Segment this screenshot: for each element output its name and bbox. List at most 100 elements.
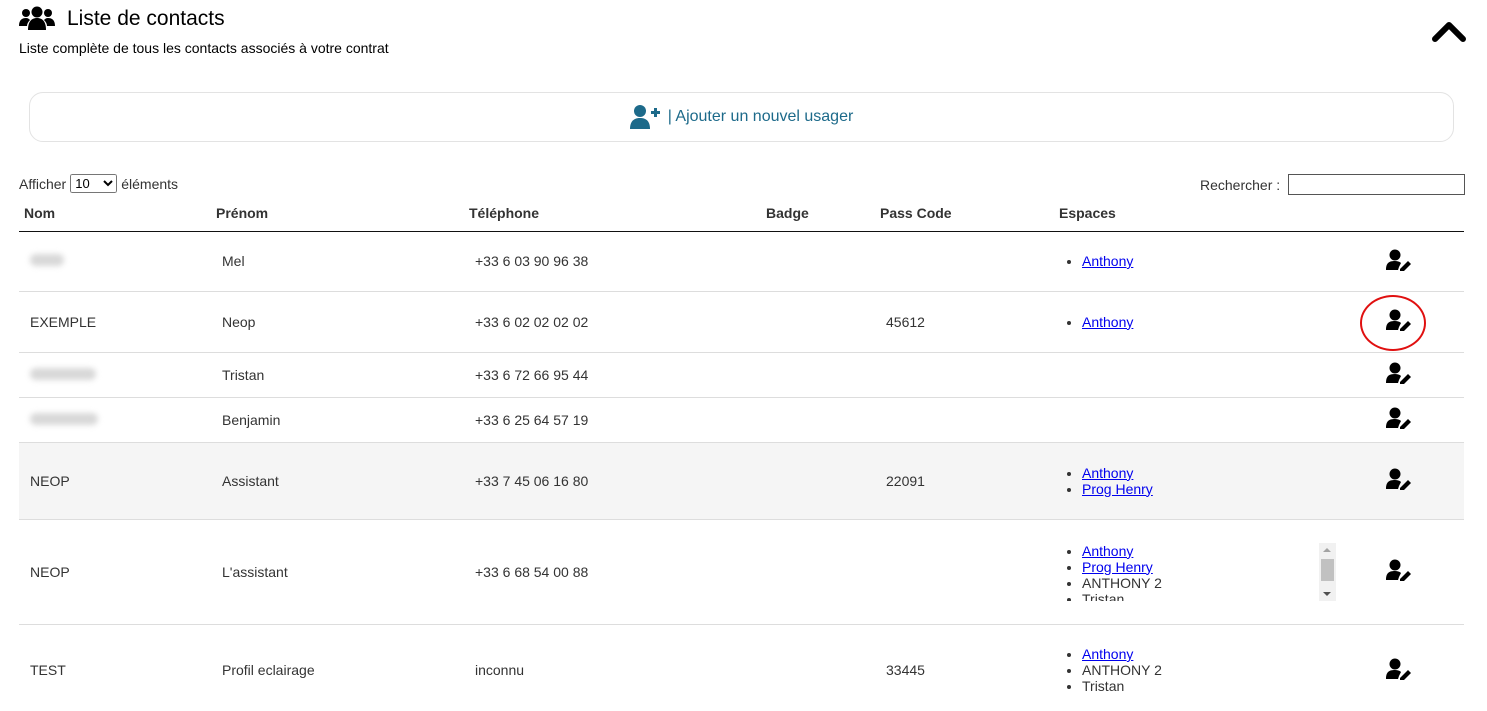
search-label: Rechercher : — [1200, 176, 1281, 193]
space-link[interactable]: Anthony — [1082, 646, 1133, 662]
column-header-pass-code[interactable]: Pass Code — [875, 196, 1054, 232]
scroll-thumb[interactable] — [1321, 558, 1334, 581]
cell-pass-code — [875, 519, 1054, 625]
cell-actions — [1356, 231, 1464, 292]
redacted-name — [30, 254, 64, 266]
search-input[interactable] — [1288, 174, 1466, 195]
cell-pass-code: 22091 — [875, 442, 1054, 520]
cell-pass-code: 45612 — [875, 291, 1054, 353]
redacted-name — [30, 412, 98, 425]
cell-nom: TEST — [19, 624, 211, 711]
page-subtitle: Liste complète de tous les contacts asso… — [19, 40, 389, 56]
user-edit-icon[interactable] — [1386, 407, 1412, 430]
cell-nom — [19, 231, 211, 292]
cell-prenom: Profil eclairage — [211, 624, 464, 711]
scroll-up-arrow[interactable] — [1323, 547, 1331, 552]
scroll-down-arrow[interactable] — [1323, 591, 1331, 596]
column-header-espaces[interactable]: Espaces — [1054, 196, 1356, 232]
table-row: Mel+33 6 03 90 96 38 Anthony — [19, 231, 1464, 292]
column-header-telephone[interactable]: Téléphone — [464, 196, 761, 232]
space-link[interactable]: Anthony — [1082, 253, 1133, 269]
space-link[interactable]: Prog Henry — [1082, 481, 1153, 497]
cell-badge — [761, 397, 875, 443]
cell-telephone: +33 7 45 06 16 80 — [464, 442, 761, 520]
space-item: Prog Henry — [1082, 559, 1345, 575]
page-length-control: Afficher 10 éléments — [19, 174, 178, 193]
space-item: Tristan — [1082, 591, 1345, 601]
cell-telephone: +33 6 03 90 96 38 — [464, 231, 761, 292]
cell-nom — [19, 352, 211, 398]
space-item: ANTHONY 2 — [1082, 662, 1345, 678]
add-user-button[interactable]: | Ajouter un nouvel usager — [29, 92, 1454, 142]
show-suffix: éléments — [121, 175, 179, 192]
search-control: Rechercher : — [1200, 174, 1466, 195]
spaces-wrapper: Anthony — [1065, 314, 1345, 330]
space-link[interactable]: Prog Henry — [1082, 559, 1153, 575]
cell-espaces: AnthonyProg Henry — [1054, 442, 1356, 520]
redacted-name — [30, 367, 96, 380]
spaces-box[interactable]: AnthonyProg HenryANTHONY 2Tristan — [1065, 543, 1345, 601]
cell-pass-code — [875, 231, 1054, 292]
page-header: Liste de contacts Liste complète de tous… — [19, 4, 389, 56]
cell-prenom: Mel — [211, 231, 464, 292]
cell-telephone: inconnu — [464, 624, 761, 711]
spaces-list: AnthonyANTHONY 2Tristan — [1065, 646, 1345, 694]
space-link[interactable]: Anthony — [1082, 543, 1133, 559]
collapse-button[interactable] — [1432, 20, 1466, 44]
cell-nom — [19, 397, 211, 443]
spaces-wrapper: Anthony — [1065, 253, 1345, 269]
cell-actions — [1356, 397, 1464, 443]
space-item: Anthony — [1082, 465, 1345, 481]
user-edit-icon[interactable] — [1386, 468, 1412, 491]
table-body: Mel+33 6 03 90 96 38AnthonyEXEMPLENeop+3… — [19, 231, 1464, 711]
user-edit-icon[interactable] — [1386, 559, 1412, 582]
user-edit-icon[interactable] — [1386, 309, 1412, 332]
space-label: ANTHONY 2 — [1082, 662, 1162, 678]
spaces-box: Anthony — [1065, 253, 1345, 269]
spaces-scrollbar[interactable] — [1319, 542, 1336, 601]
cell-prenom: Assistant — [211, 442, 464, 520]
spaces-list: Anthony — [1065, 253, 1345, 269]
cell-prenom: Tristan — [211, 352, 464, 398]
column-header-badge[interactable]: Badge — [761, 196, 875, 232]
cell-actions — [1356, 352, 1464, 398]
cell-prenom: Neop — [211, 291, 464, 353]
space-link[interactable]: Anthony — [1082, 314, 1133, 330]
cell-espaces: AnthonyProg HenryANTHONY 2Tristan — [1054, 519, 1356, 625]
cell-badge — [761, 291, 875, 353]
space-item: Anthony — [1082, 646, 1345, 662]
space-item: Anthony — [1082, 314, 1345, 330]
table-header-row: Nom Prénom Téléphone Badge Pass Code Esp… — [19, 196, 1464, 232]
spaces-wrapper: AnthonyANTHONY 2Tristan — [1065, 646, 1345, 694]
user-edit-icon[interactable] — [1386, 658, 1412, 681]
page-length-select[interactable]: 10 — [70, 174, 118, 193]
cell-actions — [1356, 624, 1464, 711]
table-row: NEOPAssistant+33 7 45 06 16 80 22091 Antho… — [19, 442, 1464, 520]
user-edit-icon[interactable] — [1386, 362, 1412, 385]
user-edit-icon[interactable] — [1386, 249, 1412, 272]
spaces-wrapper: AnthonyProg HenryANTHONY 2Tristan — [1065, 542, 1345, 601]
cell-pass-code — [875, 352, 1054, 398]
cell-espaces: Anthony — [1054, 231, 1356, 292]
space-link[interactable]: Anthony — [1082, 465, 1133, 481]
cell-pass-code — [875, 397, 1054, 443]
chevron-up-icon — [1432, 22, 1466, 42]
space-item: Anthony — [1082, 253, 1345, 269]
space-item: Tristan — [1082, 678, 1345, 694]
spaces-list: AnthonyProg HenryANTHONY 2Tristan — [1065, 543, 1345, 601]
cell-badge — [761, 352, 875, 398]
contacts-table: Nom Prénom Téléphone Badge Pass Code Esp… — [19, 196, 1464, 711]
table-row: EXEMPLENeop+33 6 02 02 02 02 45612 Anthony — [19, 291, 1464, 353]
spaces-box: AnthonyANTHONY 2Tristan — [1065, 646, 1345, 694]
table-row: Benjamin +33 6 25 64 57 19 — [19, 397, 1464, 443]
column-header-nom[interactable]: Nom — [19, 196, 211, 232]
cell-telephone: +33 6 72 66 95 44 — [464, 352, 761, 398]
cell-badge — [761, 624, 875, 711]
column-header-prenom[interactable]: Prénom — [211, 196, 464, 232]
table-row: Tristan +33 6 72 66 95 44 — [19, 352, 1464, 398]
spaces-box: AnthonyProg Henry — [1065, 465, 1345, 497]
cell-telephone: +33 6 68 54 00 88 — [464, 519, 761, 625]
add-user-label: | Ajouter un nouvel usager — [667, 108, 854, 125]
cell-badge — [761, 231, 875, 292]
title-row: Liste de contacts — [19, 4, 389, 34]
